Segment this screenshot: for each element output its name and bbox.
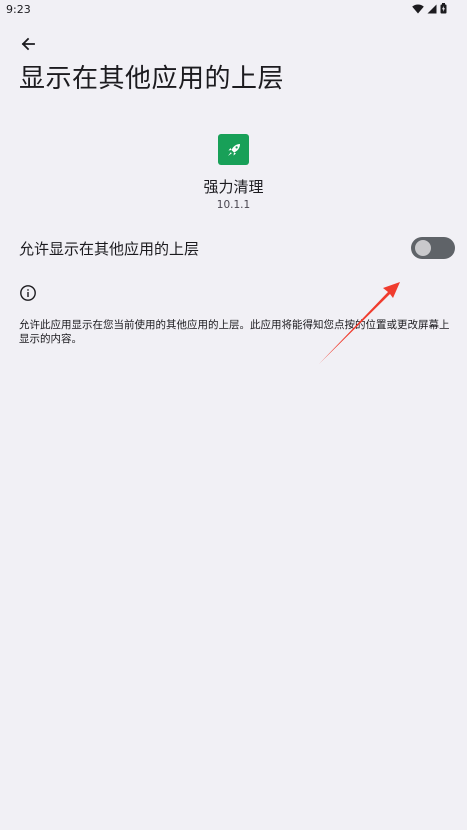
- overlay-permission-toggle[interactable]: [411, 237, 455, 259]
- status-bar: 9:23: [0, 0, 467, 20]
- toggle-thumb: [415, 240, 431, 256]
- app-version: 10.1.1: [216, 199, 251, 211]
- page-title: 显示在其他应用的上层: [19, 64, 285, 94]
- cellular-signal-icon: [427, 4, 437, 13]
- status-time: 9:23: [6, 3, 31, 16]
- battery-icon: [440, 3, 447, 14]
- back-button[interactable]: [16, 34, 40, 54]
- status-icons: [412, 3, 447, 14]
- wifi-icon: [412, 3, 424, 13]
- annotation-arrow-icon: [319, 282, 400, 364]
- permission-label: 允许显示在其他应用的上层: [19, 240, 200, 258]
- info-icon: [20, 285, 36, 301]
- permission-description: 允许此应用显示在您当前使用的其他应用的上层。此应用将能得知您点按的位置或更改屏幕…: [19, 319, 450, 345]
- app-icon: [218, 134, 249, 165]
- app-name: 强力清理: [203, 178, 264, 196]
- rocket-icon: [227, 143, 240, 156]
- arrow-left-icon: [21, 37, 35, 51]
- permission-row[interactable]: 允许显示在其他应用的上层: [0, 226, 467, 270]
